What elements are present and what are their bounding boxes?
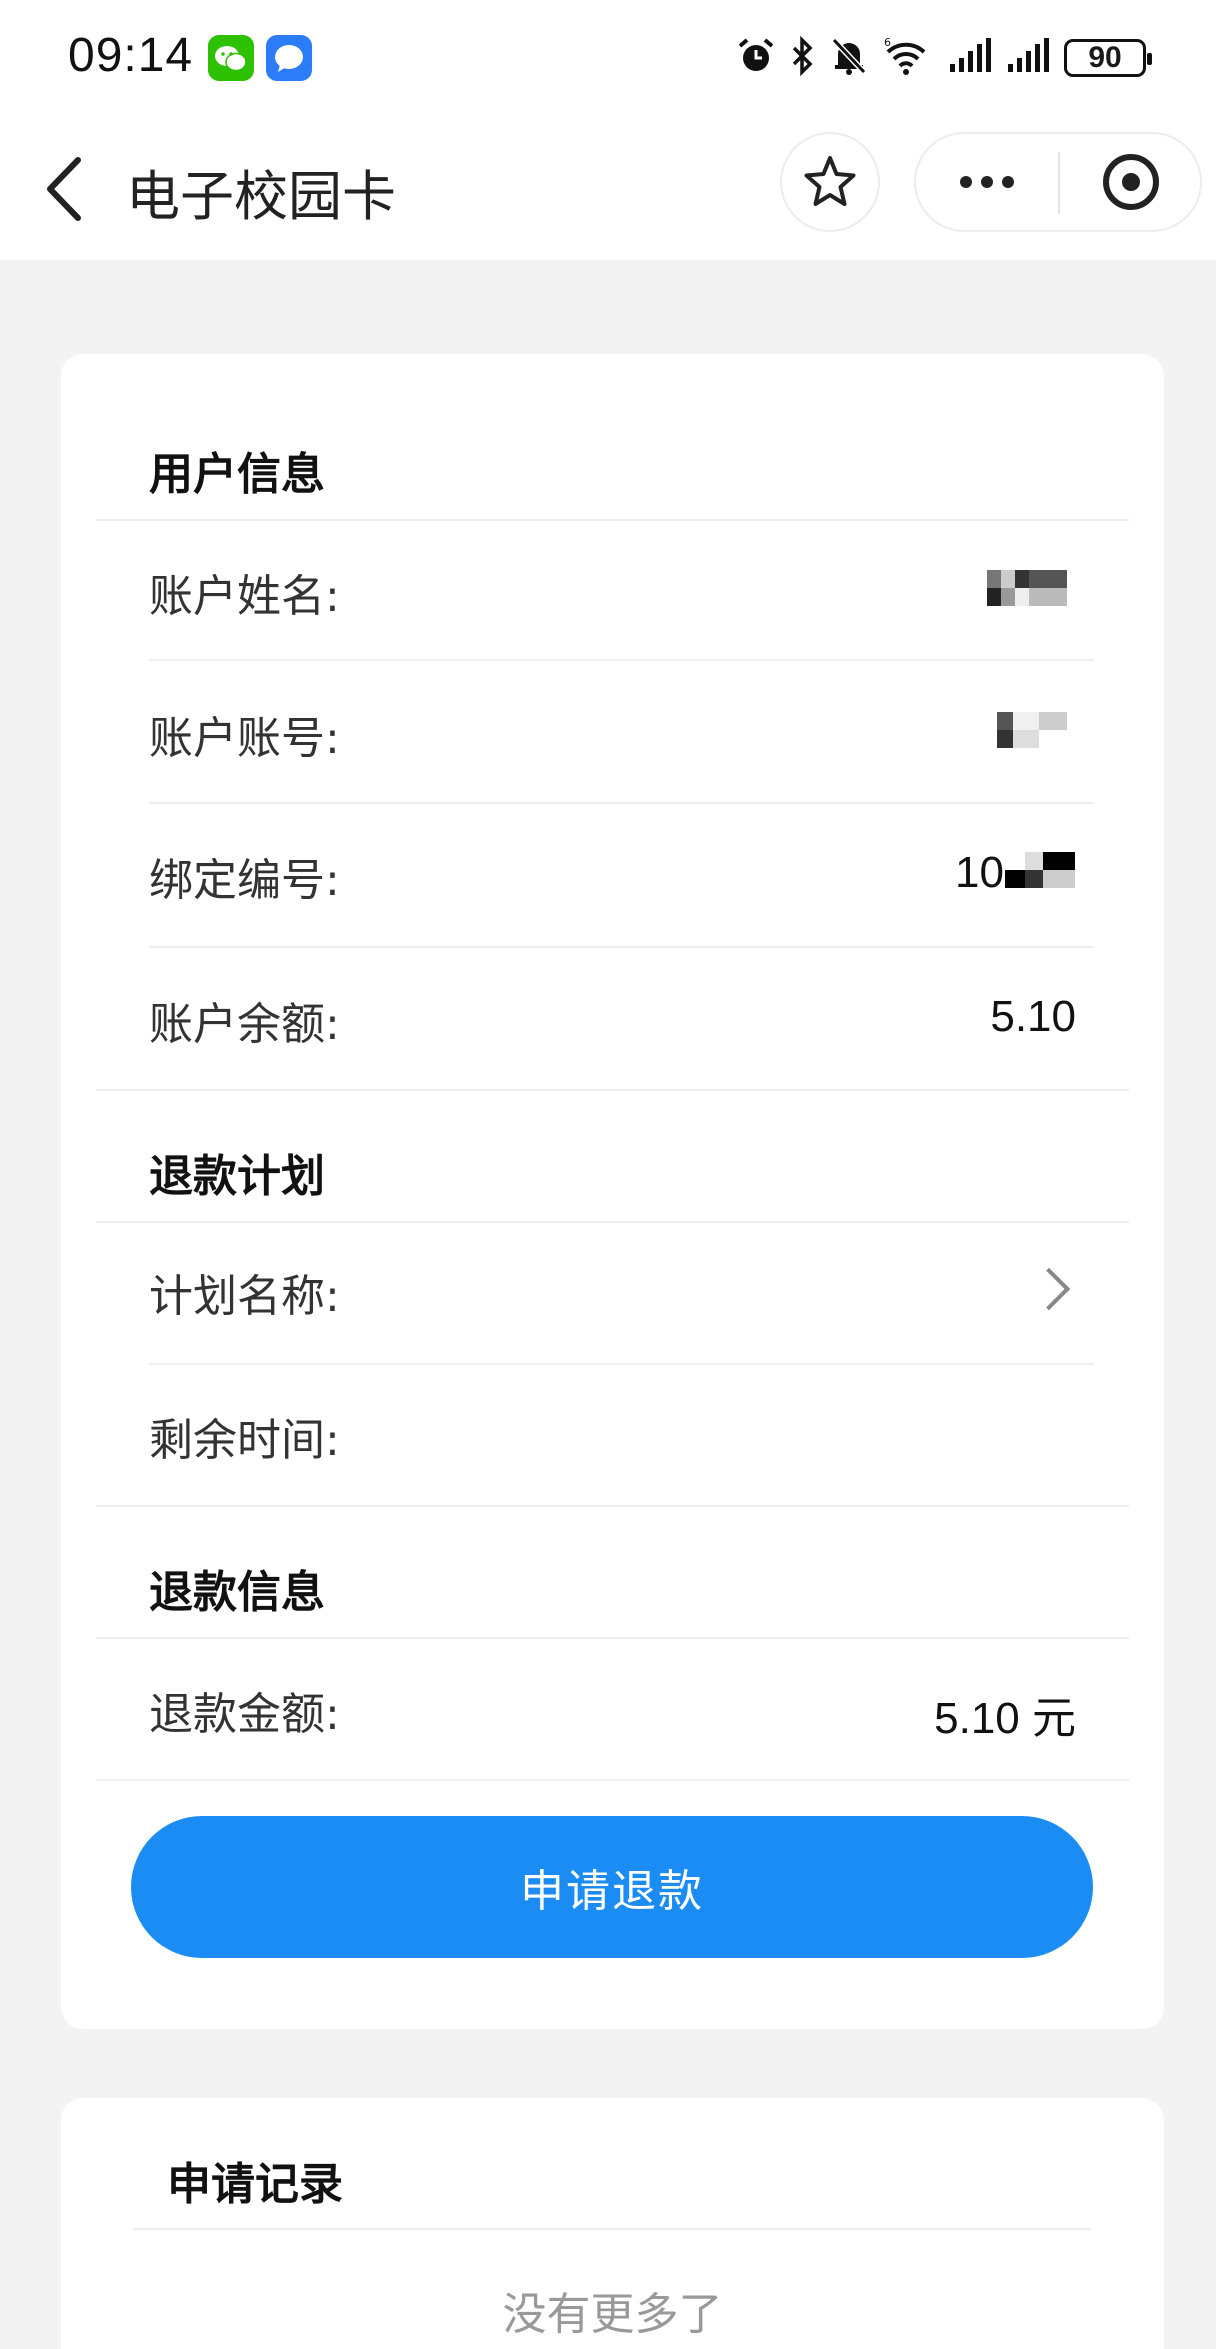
card-main: 用户信息 账户姓名: 账户账号: 绑定编号: 10 账户余额: 5.10 退款计… [61, 354, 1164, 2029]
apply-refund-button[interactable]: 申请退款 [131, 1816, 1093, 1958]
svg-text:6: 6 [884, 36, 891, 49]
nav-bar: 电子校园卡 [0, 118, 1216, 260]
row-label-balance: 账户余额: [149, 999, 340, 1050]
mini-program-capsule [914, 132, 1202, 232]
favorite-button[interactable] [780, 132, 880, 232]
more-button[interactable] [916, 134, 1058, 230]
divider [149, 1363, 1094, 1365]
row-value-balance: 5.10 [990, 992, 1076, 1041]
row-label-account-name: 账户姓名: [149, 571, 340, 622]
status-bar: 09:14 6 90 [0, 0, 1216, 118]
close-button[interactable] [1060, 134, 1202, 230]
page-title: 电子校园卡 [126, 165, 396, 228]
battery-level: 90 [1088, 41, 1122, 74]
battery-icon: 90 [1064, 39, 1152, 77]
section-title-user-info: 用户信息 [149, 449, 325, 500]
divider [96, 1221, 1129, 1223]
status-icons: 6 90 [736, 35, 1152, 80]
divider [96, 1779, 1129, 1781]
divider [133, 2228, 1091, 2230]
status-time: 09:14 [68, 29, 194, 82]
row-label-binding-number: 绑定编号: [149, 855, 340, 906]
divider [149, 946, 1094, 948]
divider [96, 519, 1129, 521]
signal-icon [948, 36, 992, 80]
mute-icon [830, 36, 868, 80]
masked-value-mosaic [1005, 852, 1075, 888]
divider [96, 1637, 1129, 1639]
row-label-refund-amount: 退款金额: [149, 1689, 340, 1740]
masked-value-mosaic [997, 712, 1067, 748]
alarm-icon [736, 36, 776, 80]
more-dots-icon [960, 176, 972, 188]
bluetooth-icon [790, 35, 816, 80]
row-label-remaining-time: 剩余时间: [149, 1415, 340, 1466]
row-label-account-number: 账户账号: [149, 713, 340, 764]
card-records: 申请记录 没有更多了 [61, 2098, 1164, 2349]
star-icon [804, 156, 856, 206]
divider [149, 802, 1094, 804]
signal-icon [1006, 36, 1050, 80]
wifi-icon: 6 [882, 36, 934, 80]
plan-name-row[interactable] [96, 1224, 1129, 1364]
wechat-icon [208, 35, 254, 81]
back-button[interactable] [30, 146, 100, 232]
row-value-refund-amount: 5.10 元 [934, 1694, 1076, 1743]
section-title-refund-info: 退款信息 [149, 1567, 325, 1618]
divider [96, 1089, 1129, 1091]
section-title-records: 申请记录 [167, 2159, 343, 2210]
empty-list-text: 没有更多了 [502, 2289, 723, 2340]
message-icon [266, 35, 312, 81]
section-title-refund-plan: 退款计划 [149, 1151, 325, 1202]
target-icon [1103, 154, 1159, 210]
divider [96, 1505, 1129, 1507]
row-value-binding-number: 10 [955, 848, 1004, 897]
back-arrow-icon [47, 157, 81, 221]
divider [149, 659, 1094, 661]
masked-value-mosaic [987, 570, 1067, 606]
